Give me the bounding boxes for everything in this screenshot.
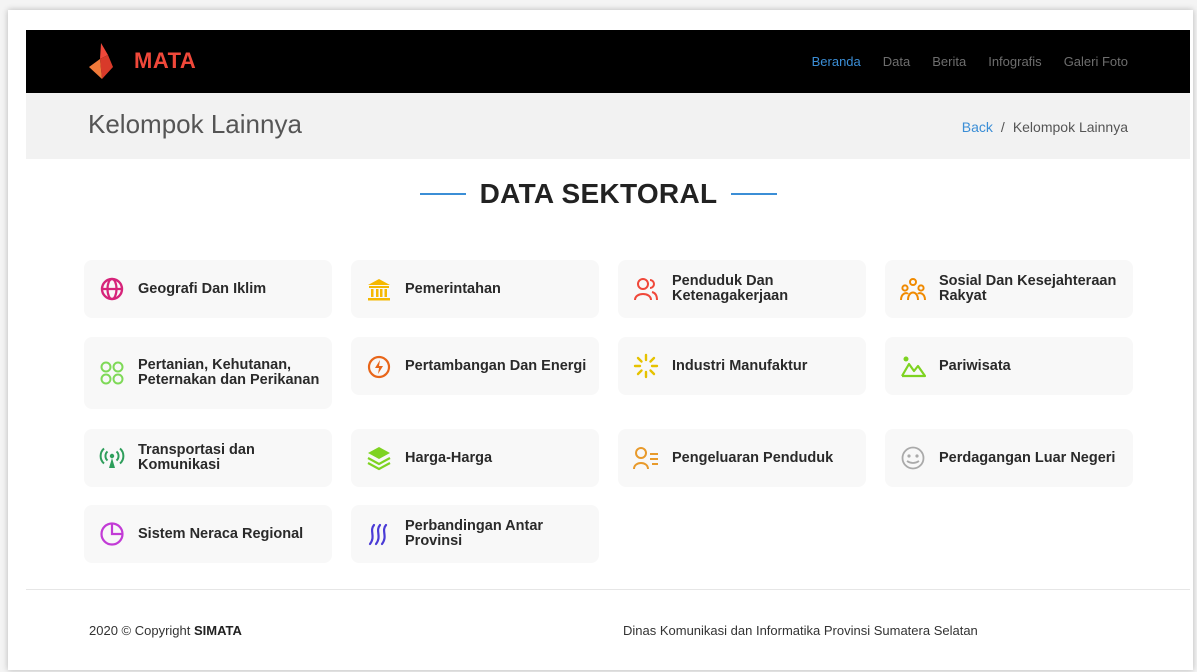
breadcrumb-current: Kelompok Lainnya bbox=[1012, 119, 1128, 135]
user-list-icon bbox=[633, 445, 659, 471]
community-icon bbox=[900, 276, 926, 302]
grid-circles-icon bbox=[99, 360, 125, 386]
card-label: Pertanian, Kehutanan, Peternakan dan Per… bbox=[138, 357, 320, 388]
card-label: Sistem Neraca Regional bbox=[138, 525, 304, 542]
card-label: Perbandingan Antar Provinsi bbox=[405, 518, 544, 549]
card-label: Perdagangan Luar Negeri bbox=[939, 449, 1116, 466]
card-label: Geografi Dan Iklim bbox=[138, 280, 267, 297]
people-icon bbox=[633, 276, 659, 302]
nav-link-infografis[interactable]: Infografis bbox=[988, 54, 1041, 69]
nav-link-berita[interactable]: Berita bbox=[932, 54, 966, 69]
footer-divider bbox=[26, 589, 1190, 590]
wave-lines-icon bbox=[366, 521, 392, 547]
card-sosial-dan-kesejahteraan-rakyat[interactable]: Sosial Dan Kesejahteraan Rakyat bbox=[885, 260, 1133, 318]
mountain-icon bbox=[900, 353, 926, 379]
layers-icon bbox=[366, 445, 392, 471]
energy-drop-icon bbox=[366, 353, 392, 379]
government-building-icon bbox=[366, 276, 392, 302]
card-label: Penduduk Dan Ketenagakerjaan bbox=[672, 273, 789, 304]
title-bar: Kelompok Lainnya Back / Kelompok Lainnya bbox=[26, 93, 1190, 159]
heading-line-right bbox=[731, 193, 778, 195]
breadcrumb-back-link[interactable]: Back bbox=[962, 119, 993, 135]
copyright-brand: SIMATA bbox=[193, 623, 242, 638]
card-perdagangan-luar-negeri[interactable]: Perdagangan Luar Negeri bbox=[885, 429, 1133, 487]
loader-icon bbox=[633, 353, 659, 379]
globe-icon bbox=[99, 276, 125, 302]
trade-icon bbox=[900, 445, 926, 471]
breadcrumb-separator: / bbox=[1000, 119, 1005, 135]
brand-logo-icon bbox=[89, 43, 113, 79]
copyright: 2020 © Copyright SIMATA bbox=[89, 623, 242, 638]
card-label: Industri Manufaktur bbox=[672, 357, 808, 374]
nav-link-data[interactable]: Data bbox=[883, 54, 910, 69]
nav-menu: Beranda Data Berita Infografis Galeri Fo… bbox=[790, 30, 1128, 93]
card-perbandingan-antar-provinsi[interactable]: Perbandingan Antar Provinsi bbox=[351, 505, 599, 563]
pie-chart-icon bbox=[99, 521, 125, 547]
card-pertambangan-dan-energi[interactable]: Pertambangan Dan Energi bbox=[351, 337, 599, 395]
card-pemerintahan[interactable]: Pemerintahan bbox=[351, 260, 599, 318]
card-label: Sosial Dan Kesejahteraan Rakyat bbox=[939, 273, 1117, 304]
brand[interactable]: MATA bbox=[86, 38, 196, 84]
card-label: Pengeluaran Penduduk bbox=[672, 449, 834, 466]
card-label: Pemerintahan bbox=[405, 280, 501, 297]
copyright-text: 2020 © Copyright bbox=[89, 623, 191, 638]
nav-link-galeri-foto[interactable]: Galeri Foto bbox=[1064, 54, 1128, 69]
heading-line-left bbox=[419, 193, 466, 195]
card-sistem-neraca-regional[interactable]: Sistem Neraca Regional bbox=[84, 505, 332, 563]
card-label: Harga-Harga bbox=[405, 449, 493, 466]
page-title: Kelompok Lainnya bbox=[88, 109, 302, 139]
card-penduduk-dan-ketenagakerjaan[interactable]: Penduduk Dan Ketenagakerjaan bbox=[618, 260, 866, 318]
brand-name: MATA bbox=[134, 48, 197, 73]
card-industri-manufaktur[interactable]: Industri Manufaktur bbox=[618, 337, 866, 395]
footer-organization: Dinas Komunikasi dan Informatika Provins… bbox=[623, 623, 978, 638]
section-heading-text: DATA SEKTORAL bbox=[479, 178, 718, 209]
breadcrumb: Back / Kelompok Lainnya bbox=[962, 119, 1128, 135]
section-heading: DATA SEKTORAL bbox=[0, 178, 1197, 210]
card-label: Pertambangan Dan Energi bbox=[405, 357, 587, 374]
card-label: Pariwisata bbox=[939, 357, 1011, 374]
card-pengeluaran-penduduk[interactable]: Pengeluaran Penduduk bbox=[618, 429, 866, 487]
antenna-icon bbox=[99, 445, 125, 471]
nav-link-beranda[interactable]: Beranda bbox=[812, 54, 861, 69]
card-transportasi-dan-komunikasi[interactable]: Transportasi dan Komunikasi bbox=[84, 429, 332, 487]
card-geografi-dan-iklim[interactable]: Geografi Dan Iklim bbox=[84, 260, 332, 318]
card-pertanian[interactable]: Pertanian, Kehutanan, Peternakan dan Per… bbox=[84, 337, 332, 409]
card-pariwisata[interactable]: Pariwisata bbox=[885, 337, 1133, 395]
navbar: MATA Beranda Data Berita Infografis Gale… bbox=[26, 30, 1190, 93]
card-harga-harga[interactable]: Harga-Harga bbox=[351, 429, 599, 487]
card-label: Transportasi dan Komunikasi bbox=[138, 442, 255, 473]
